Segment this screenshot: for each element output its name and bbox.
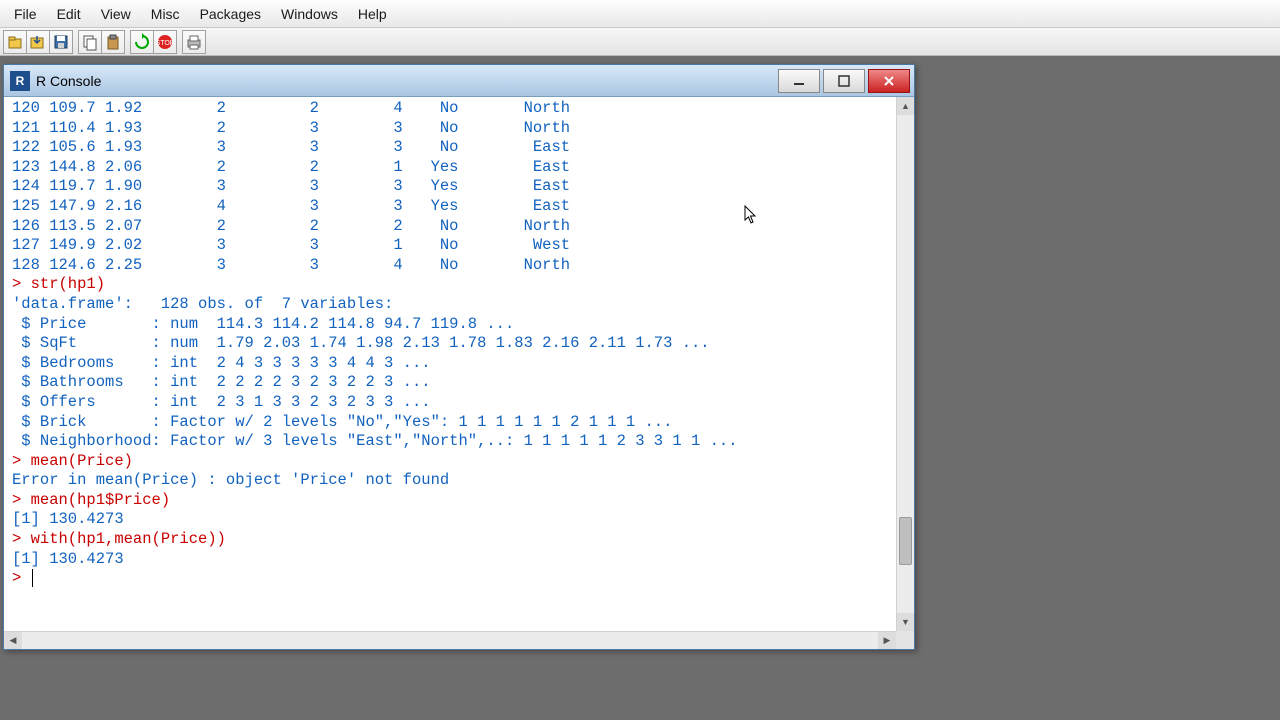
r-app-icon: R	[10, 71, 30, 91]
console-line: > mean(Price)	[12, 452, 892, 472]
console-line: [1] 130.4273	[12, 550, 892, 570]
close-button[interactable]	[868, 69, 910, 93]
menu-view[interactable]: View	[91, 2, 141, 26]
copy-icon	[81, 33, 99, 51]
vertical-scrollbar[interactable]: ▲ ▼	[896, 97, 914, 649]
minimize-icon	[793, 75, 805, 87]
menubar: FileEditViewMiscPackagesWindowsHelp	[0, 0, 1280, 28]
menu-edit[interactable]: Edit	[47, 2, 91, 26]
horizontal-scrollbar[interactable]: ◀ ▶	[4, 631, 896, 649]
paste-icon	[104, 33, 122, 51]
menu-help[interactable]: Help	[348, 2, 397, 26]
console-line: [1] 130.4273	[12, 510, 892, 530]
menu-misc[interactable]: Misc	[141, 2, 190, 26]
print-button[interactable]	[182, 30, 206, 54]
open-icon	[6, 33, 24, 51]
mdi-area: R R Console 120 109.7 1.92 2 2 4 No Nort…	[0, 56, 1280, 720]
load-workspace-button[interactable]	[26, 30, 50, 54]
console-line: $ Neighborhood: Factor w/ 3 levels "East…	[12, 432, 892, 452]
maximize-button[interactable]	[823, 69, 865, 93]
svg-text:STOP: STOP	[156, 40, 174, 47]
stop-button[interactable]: STOP	[153, 30, 177, 54]
console-line: 120 109.7 1.92 2 2 4 No North	[12, 99, 892, 119]
console-line: $ SqFt : num 1.79 2.03 1.74 1.98 2.13 1.…	[12, 334, 892, 354]
console-line: $ Bedrooms : int 2 4 3 3 3 3 3 4 4 3 ...	[12, 354, 892, 374]
print-icon	[185, 33, 203, 51]
menu-file[interactable]: File	[4, 2, 47, 26]
console-title: R Console	[36, 73, 778, 89]
refresh-button[interactable]	[130, 30, 154, 54]
console-output[interactable]: 120 109.7 1.92 2 2 4 No North121 110.4 1…	[4, 97, 896, 649]
copy-button[interactable]	[78, 30, 102, 54]
stop-icon: STOP	[156, 33, 174, 51]
minimize-button[interactable]	[778, 69, 820, 93]
console-line: $ Bathrooms : int 2 2 2 2 3 2 3 2 2 3 ..…	[12, 373, 892, 393]
console-line: 124 119.7 1.90 3 3 3 Yes East	[12, 177, 892, 197]
r-console-window: R R Console 120 109.7 1.92 2 2 4 No Nort…	[3, 64, 915, 650]
scroll-up-icon[interactable]: ▲	[897, 97, 914, 115]
console-line: > str(hp1)	[12, 275, 892, 295]
console-line: 125 147.9 2.16 4 3 3 Yes East	[12, 197, 892, 217]
close-icon	[883, 75, 895, 87]
console-line: > mean(hp1$Price)	[12, 491, 892, 511]
scroll-down-icon[interactable]: ▼	[897, 613, 914, 631]
console-titlebar[interactable]: R R Console	[4, 65, 914, 97]
open-button[interactable]	[3, 30, 27, 54]
save-icon	[52, 33, 70, 51]
console-line: 123 144.8 2.06 2 2 1 Yes East	[12, 158, 892, 178]
load-workspace-icon	[29, 33, 47, 51]
refresh-icon	[133, 33, 151, 51]
console-line: Error in mean(Price) : object 'Price' no…	[12, 471, 892, 491]
paste-button[interactable]	[101, 30, 125, 54]
console-line: >	[12, 569, 892, 589]
console-line: 121 110.4 1.93 2 3 3 No North	[12, 119, 892, 139]
toolbar: STOP	[0, 28, 1280, 56]
console-line: 122 105.6 1.93 3 3 3 No East	[12, 138, 892, 158]
menu-windows[interactable]: Windows	[271, 2, 348, 26]
scroll-left-icon[interactable]: ◀	[4, 632, 22, 649]
scroll-right-icon[interactable]: ▶	[878, 632, 896, 649]
console-line: 127 149.9 2.02 3 3 1 No West	[12, 236, 892, 256]
maximize-icon	[838, 75, 850, 87]
console-line: 128 124.6 2.25 3 3 4 No North	[12, 256, 892, 276]
save-button[interactable]	[49, 30, 73, 54]
resize-grip[interactable]	[896, 631, 914, 649]
console-line: 126 113.5 2.07 2 2 2 No North	[12, 217, 892, 237]
console-line: $ Offers : int 2 3 1 3 3 2 3 2 3 3 ...	[12, 393, 892, 413]
menu-packages[interactable]: Packages	[190, 2, 271, 26]
scroll-thumb[interactable]	[899, 517, 912, 565]
console-line: $ Price : num 114.3 114.2 114.8 94.7 119…	[12, 315, 892, 335]
console-body: 120 109.7 1.92 2 2 4 No North121 110.4 1…	[4, 97, 914, 649]
console-line: 'data.frame': 128 obs. of 7 variables:	[12, 295, 892, 315]
console-line: > with(hp1,mean(Price))	[12, 530, 892, 550]
console-line: $ Brick : Factor w/ 2 levels "No","Yes":…	[12, 413, 892, 433]
